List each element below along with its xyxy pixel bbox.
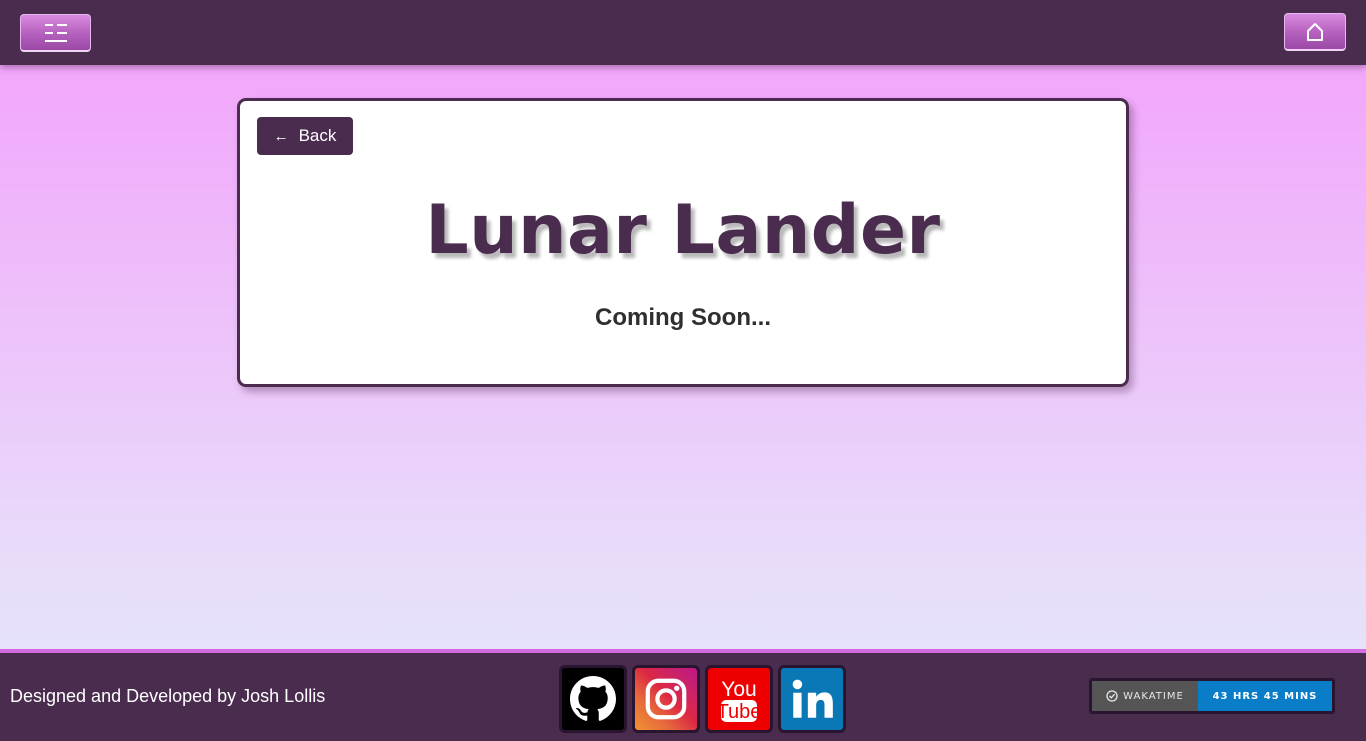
wakatime-value: 43 HRS 45 MINS <box>1198 681 1332 711</box>
wakatime-icon <box>1106 690 1118 702</box>
svg-text:You: You <box>721 678 756 701</box>
back-arrow-icon: ← <box>273 127 289 145</box>
wakatime-label: WAKATIME <box>1123 690 1184 702</box>
instagram-icon <box>645 678 687 720</box>
back-button-label: Back <box>298 126 337 145</box>
back-button[interactable]: ← Back <box>257 117 353 155</box>
linkedin-link[interactable] <box>778 665 846 733</box>
youtube-icon: You Tube <box>717 678 762 723</box>
content-card: ← Back Lunar Lander Coming Soon... <box>237 98 1129 387</box>
github-link[interactable] <box>559 665 627 733</box>
menu-lines-icon <box>44 23 67 42</box>
home-button[interactable] <box>1284 13 1346 51</box>
top-navbar <box>0 0 1366 65</box>
github-icon <box>570 676 616 721</box>
menu-button[interactable] <box>20 14 91 52</box>
linkedin-icon <box>792 679 833 718</box>
footer-credit: Designed and Developed by Josh Lollis <box>10 686 326 706</box>
svg-text:Tube: Tube <box>717 701 762 723</box>
page-subtitle: Coming Soon... <box>595 304 771 331</box>
instagram-link[interactable] <box>632 665 700 733</box>
youtube-link[interactable]: You Tube <box>705 665 773 733</box>
home-icon <box>1307 22 1323 41</box>
wakatime-label-section: WAKATIME <box>1092 681 1198 711</box>
social-links: You Tube <box>559 665 846 733</box>
footer: Designed and Developed by Josh Lollis Yo… <box>0 649 1366 741</box>
page-title: Lunar Lander <box>425 191 941 270</box>
wakatime-badge[interactable]: WAKATIME 43 HRS 45 MINS <box>1089 678 1335 714</box>
